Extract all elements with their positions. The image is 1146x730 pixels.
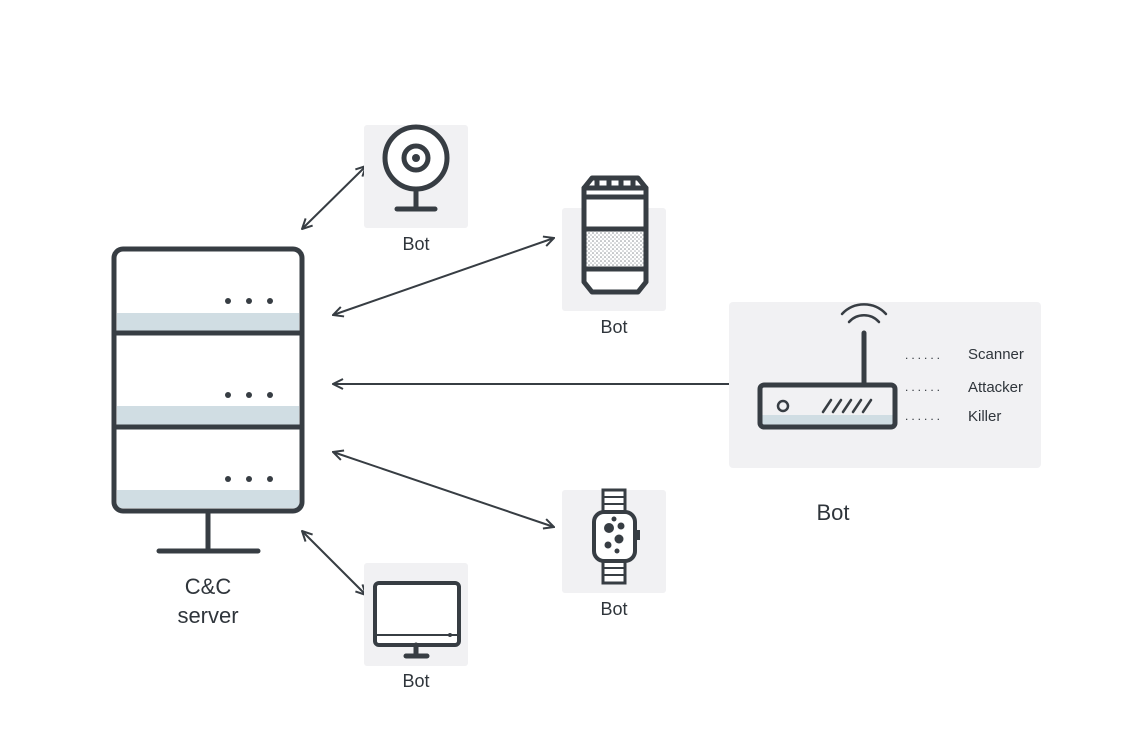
monitor-icon bbox=[373, 581, 461, 659]
server-strip bbox=[117, 490, 299, 508]
bot-label: Bot bbox=[402, 671, 429, 691]
bot-speaker: Bot bbox=[562, 175, 666, 337]
svg-text:......: ...... bbox=[905, 348, 943, 362]
module-scanner: Scanner bbox=[968, 346, 1024, 363]
server-strip bbox=[117, 406, 299, 427]
connection-arrow-monitor bbox=[302, 531, 366, 595]
server-label-line2: server bbox=[177, 603, 238, 628]
server-strip bbox=[117, 313, 299, 333]
bot-monitor: Bot bbox=[364, 563, 468, 691]
cnc-server: C&C server bbox=[111, 246, 305, 628]
svg-text:......: ...... bbox=[905, 380, 943, 394]
botnet-diagram: C&C server Bot Bot ...... Scanner ......… bbox=[111, 124, 1041, 691]
module-killer: Killer bbox=[968, 408, 1001, 425]
server-rack-icon bbox=[111, 246, 305, 514]
bot-label: Bot bbox=[816, 500, 849, 525]
bot-router: ...... Scanner ...... Attacker ...... Ki… bbox=[729, 302, 1041, 525]
connection-arrow-watch bbox=[333, 452, 554, 527]
connection-arrow-webcam bbox=[302, 166, 366, 229]
module-attacker: Attacker bbox=[968, 379, 1023, 396]
server-label-line1: C&C bbox=[185, 574, 232, 599]
bot-webcam: Bot bbox=[364, 124, 468, 254]
bot-label: Bot bbox=[402, 234, 429, 254]
smart-speaker-icon bbox=[581, 175, 649, 295]
bot-watch: Bot bbox=[562, 488, 666, 619]
bot-label: Bot bbox=[600, 317, 627, 337]
connection-arrow-speaker bbox=[333, 238, 554, 315]
bot-label: Bot bbox=[600, 599, 627, 619]
svg-text:......: ...... bbox=[905, 409, 943, 423]
